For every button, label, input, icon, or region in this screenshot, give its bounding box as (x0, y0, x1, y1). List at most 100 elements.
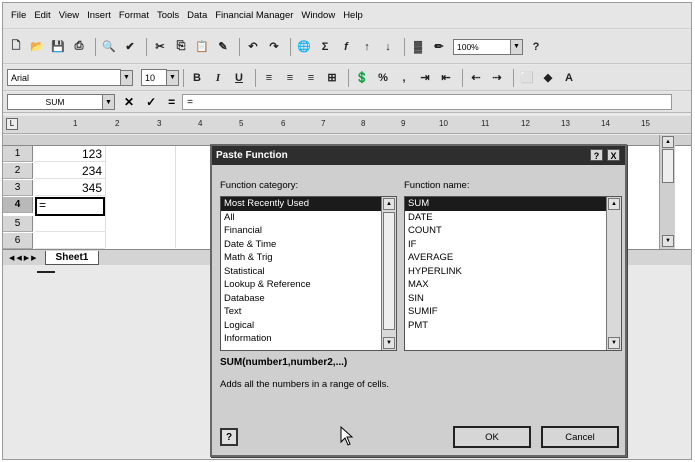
spelling-icon[interactable]: ✔ (121, 38, 139, 56)
menu-edit[interactable]: Edit (30, 10, 54, 21)
font-dropdown-icon[interactable]: ▼ (121, 69, 133, 86)
cancel-button[interactable]: Cancel (541, 426, 619, 448)
list-item[interactable]: All (221, 211, 396, 225)
sort-ascending-icon[interactable]: ↑ (358, 38, 376, 56)
list-item[interactable]: SIN (405, 292, 621, 306)
cell-a2[interactable]: 234 (35, 163, 105, 179)
menu-format[interactable]: Format (115, 10, 153, 21)
list-item[interactable]: Logical (221, 319, 396, 333)
dialog-close-icon[interactable]: X (607, 149, 620, 161)
function-name-listbox[interactable]: SUM DATE COUNT IF AVERAGE HYPERLINK MAX … (404, 196, 622, 351)
sheet-tab[interactable]: Sheet1 (44, 250, 100, 265)
decrease-indent-icon[interactable]: ⇠ (467, 69, 485, 87)
row-header[interactable]: 1 (3, 146, 33, 162)
zoom-input[interactable]: 100% (453, 38, 511, 55)
italic-button[interactable]: I (209, 69, 227, 87)
percent-button[interactable]: % (374, 69, 392, 87)
row-header[interactable]: 3 (3, 180, 33, 196)
list-item[interactable]: MAX (405, 278, 621, 292)
paste-icon[interactable]: 📋 (193, 38, 211, 56)
zoom-dropdown-icon[interactable]: ▼ (511, 38, 523, 55)
category-listbox[interactable]: Most Recently Used All Financial Date & … (220, 196, 397, 351)
cell-a3[interactable]: 345 (35, 180, 105, 196)
list-item[interactable]: Text (221, 305, 396, 319)
row-header[interactable]: 6 (3, 233, 33, 249)
scroll-up-icon[interactable]: ▲ (383, 198, 395, 210)
font-color-icon[interactable]: A (560, 69, 578, 87)
ok-button[interactable]: OK (453, 426, 531, 448)
list-item[interactable]: Financial (221, 224, 396, 238)
list-item[interactable]: HYPERLINK (405, 265, 621, 279)
function-scrollbar[interactable]: ▲ ▼ (606, 197, 621, 350)
list-item[interactable]: IF (405, 238, 621, 252)
drawing-icon[interactable]: ✏ (430, 38, 448, 56)
help-icon[interactable]: ? (527, 38, 545, 56)
menu-data[interactable]: Data (183, 10, 211, 21)
paste-function-icon[interactable]: f (337, 38, 355, 56)
scroll-up-icon[interactable]: ▲ (662, 136, 674, 148)
list-item[interactable]: Math & Trig (221, 251, 396, 265)
scroll-thumb[interactable] (383, 212, 395, 330)
list-item[interactable]: Lookup & Reference (221, 278, 396, 292)
menu-financial-manager[interactable]: Financial Manager (211, 10, 297, 21)
format-painter-icon[interactable]: ✎ (214, 38, 232, 56)
list-item[interactable]: Date & Time (221, 238, 396, 252)
merge-center-icon[interactable]: ⊞ (323, 69, 341, 87)
menu-help[interactable]: Help (339, 10, 367, 21)
scroll-up-icon[interactable]: ▲ (608, 198, 620, 210)
scroll-down-icon[interactable]: ▼ (608, 337, 620, 349)
undo-icon[interactable]: ↶ (244, 38, 262, 56)
new-icon[interactable]: 🗋 (7, 38, 25, 56)
list-item[interactable]: Information (221, 332, 396, 346)
print-preview-icon[interactable]: 🔍 (100, 38, 118, 56)
row-header[interactable]: 4 (3, 197, 33, 213)
row-header[interactable]: 5 (3, 216, 33, 232)
redo-icon[interactable]: ↷ (265, 38, 283, 56)
menu-view[interactable]: View (55, 10, 83, 21)
align-left-icon[interactable]: ≡ (260, 69, 278, 87)
sort-descending-icon[interactable]: ↓ (379, 38, 397, 56)
name-box[interactable]: SUM (7, 94, 103, 110)
list-item[interactable]: COUNT (405, 224, 621, 238)
font-size-dropdown-icon[interactable]: ▼ (167, 69, 179, 86)
print-icon[interactable]: ⎙ (70, 38, 88, 56)
align-right-icon[interactable]: ≡ (302, 69, 320, 87)
currency-icon[interactable]: 💲 (353, 69, 371, 87)
bold-button[interactable]: B (188, 69, 206, 87)
vertical-scrollbar[interactable]: ▲ ▼ (659, 135, 675, 249)
category-scrollbar[interactable]: ▲ ▼ (381, 197, 396, 350)
increase-indent-icon[interactable]: ⇢ (488, 69, 506, 87)
dialog-help-icon[interactable]: ? (590, 149, 603, 161)
list-item[interactable]: SUMIF (405, 305, 621, 319)
scroll-down-icon[interactable]: ▼ (383, 337, 395, 349)
cell-a6[interactable] (35, 233, 105, 249)
save-icon[interactable]: 💾 (49, 38, 67, 56)
menu-window[interactable]: Window (297, 10, 339, 21)
row-header[interactable]: 2 (3, 163, 33, 179)
menu-insert[interactable]: Insert (83, 10, 115, 21)
fill-color-icon[interactable]: ◆ (539, 69, 557, 87)
cancel-button[interactable]: ✕ (121, 95, 137, 109)
name-box-dropdown-icon[interactable]: ▼ (103, 94, 115, 110)
align-center-icon[interactable]: ≡ (281, 69, 299, 87)
list-item[interactable]: AVERAGE (405, 251, 621, 265)
cell-a4[interactable]: = (35, 197, 105, 216)
list-item[interactable]: Statistical (221, 265, 396, 279)
underline-button[interactable]: U (230, 69, 248, 87)
cut-icon[interactable]: ✂ (151, 38, 169, 56)
edit-formula-button[interactable]: = (165, 95, 178, 109)
increase-decimal-icon[interactable]: ⇥ (416, 69, 434, 87)
cell-a5[interactable] (35, 216, 105, 232)
list-item[interactable]: SUM (405, 197, 621, 211)
open-icon[interactable]: 📂 (28, 38, 46, 56)
comma-button[interactable]: , (395, 69, 413, 87)
list-item[interactable]: PMT (405, 319, 621, 333)
cell-a1[interactable]: 123 (35, 146, 105, 162)
ruler-tab-selector-icon[interactable]: L (6, 118, 18, 130)
scroll-down-icon[interactable]: ▼ (662, 235, 674, 247)
help-button[interactable]: ? (220, 428, 238, 446)
enter-button[interactable]: ✓ (143, 95, 159, 109)
autosum-icon[interactable]: Σ (316, 38, 334, 56)
hyperlink-icon[interactable]: 🌐 (295, 38, 313, 56)
font-size-input[interactable]: 10 (141, 69, 167, 86)
